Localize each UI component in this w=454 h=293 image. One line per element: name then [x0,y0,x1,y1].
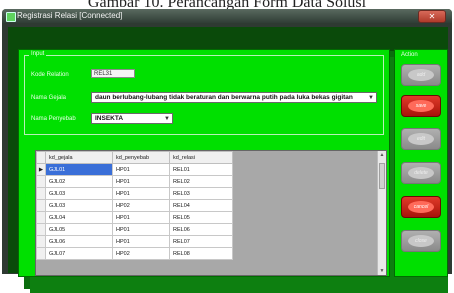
column-header[interactable]: kd_penyebab [112,151,170,164]
table-cell[interactable]: HP02 [112,199,170,212]
chevron-down-icon: ▼ [368,95,374,101]
table-row[interactable]: ▶ GJL01 HP01 REL01 [36,163,233,176]
app-window: Registrasi Relasi [Connected] ✕ Input Ko… [2,9,452,293]
delete-button[interactable]: delete [401,162,441,184]
table-cell[interactable]: GJL01 [45,163,113,176]
table-cell[interactable]: GJL05 [45,223,113,236]
input-group-title: Input [29,51,47,57]
action-panel-title: Action [401,52,418,58]
table-cell[interactable]: HP01 [112,235,170,248]
table-cell[interactable]: GJL03 [45,199,113,212]
table-row[interactable]: GJL06 HP01 REL07 [36,235,233,248]
grid-table: kd_gejala kd_penyebab kd_relasi ▶ GJL01 … [36,151,233,260]
close-icon: ✕ [428,12,436,21]
grid-scrollbar[interactable]: ▲ ▼ [377,151,386,275]
action-panel: Action add save edit delete cancel close [394,49,448,277]
row-indicator-icon: ▶ [36,163,46,176]
close-window-button[interactable]: ✕ [418,10,446,23]
nama-penyebab-label: Nama Penyebab [31,116,76,122]
title-bar: Registrasi Relasi [Connected] ✕ [2,9,452,23]
save-button-label: save [408,100,434,112]
table-cell[interactable]: REL03 [169,187,233,200]
row-header [36,175,46,188]
cancel-button[interactable]: cancel [401,196,441,218]
table-row[interactable]: GJL02 HP01 REL02 [36,175,233,188]
add-button-label: add [408,69,434,81]
table-cell[interactable]: HP01 [112,187,170,200]
nama-gejala-label: Nama Gejala [31,95,67,101]
table-cell[interactable]: REL04 [169,199,233,212]
grid-header-row: kd_gejala kd_penyebab kd_relasi [36,151,233,164]
table-cell[interactable]: REL02 [169,175,233,188]
column-header[interactable]: kd_gejala [45,151,113,164]
table-row[interactable]: GJL04 HP01 REL05 [36,211,233,224]
table-cell[interactable]: REL05 [169,211,233,224]
kode-relasi-label: Kode Relation [31,72,69,78]
table-cell[interactable]: HP01 [112,175,170,188]
row-header [36,223,46,236]
column-header[interactable]: kd_relasi [169,151,233,164]
table-row[interactable]: GJL03 HP02 REL04 [36,199,233,212]
window-title: Registrasi Relasi [Connected] [17,11,123,20]
main-panel: Input Kode Relation REL31 Nama Gejala da… [18,49,390,277]
input-group: Input Kode Relation REL31 Nama Gejala da… [24,51,384,135]
table-row[interactable]: GJL03 HP01 REL03 [36,187,233,200]
table-cell[interactable]: HP01 [112,211,170,224]
table-cell[interactable]: REL08 [169,247,233,260]
table-cell[interactable]: GJL04 [45,211,113,224]
save-button[interactable]: save [401,95,441,117]
scrollbar-thumb[interactable] [379,163,385,189]
table-cell[interactable]: REL07 [169,235,233,248]
table-cell[interactable]: HP01 [112,163,170,176]
row-header [36,247,46,260]
relation-grid[interactable]: kd_gejala kd_penyebab kd_relasi ▶ GJL01 … [35,150,387,276]
chevron-down-icon: ▼ [164,116,170,122]
row-header-corner [36,151,46,164]
table-cell[interactable]: REL06 [169,223,233,236]
close-button[interactable]: close [401,230,441,252]
table-row[interactable]: GJL07 HP02 REL08 [36,247,233,260]
row-header [36,199,46,212]
row-header [36,235,46,248]
row-header [36,211,46,224]
scroll-up-icon[interactable]: ▲ [378,151,386,159]
edit-button[interactable]: edit [401,128,441,150]
nama-penyebab-select[interactable]: INSEKTA ▼ [91,113,173,124]
table-cell[interactable]: REL01 [169,163,233,176]
table-cell[interactable]: HP01 [112,223,170,236]
cancel-button-label: cancel [408,201,434,213]
edit-button-label: edit [408,133,434,145]
table-cell[interactable]: GJL03 [45,187,113,200]
close-button-label: close [408,235,434,247]
table-cell[interactable]: GJL02 [45,175,113,188]
table-cell[interactable]: GJL07 [45,247,113,260]
kode-relasi-field[interactable]: REL31 [91,69,135,78]
nama-gejala-select[interactable]: daun berlubang-lubang tidak beraturan da… [91,92,377,103]
table-row[interactable]: GJL05 HP01 REL06 [36,223,233,236]
row-header [36,187,46,200]
window-client: Input Kode Relation REL31 Nama Gejala da… [8,27,448,293]
table-cell[interactable]: HP02 [112,247,170,260]
add-button[interactable]: add [401,64,441,86]
nama-gejala-value: daun berlubang-lubang tidak beraturan da… [95,94,353,101]
nama-penyebab-value: INSEKTA [95,115,124,122]
delete-button-label: delete [408,167,434,179]
table-cell[interactable]: GJL06 [45,235,113,248]
app-icon [6,12,16,22]
